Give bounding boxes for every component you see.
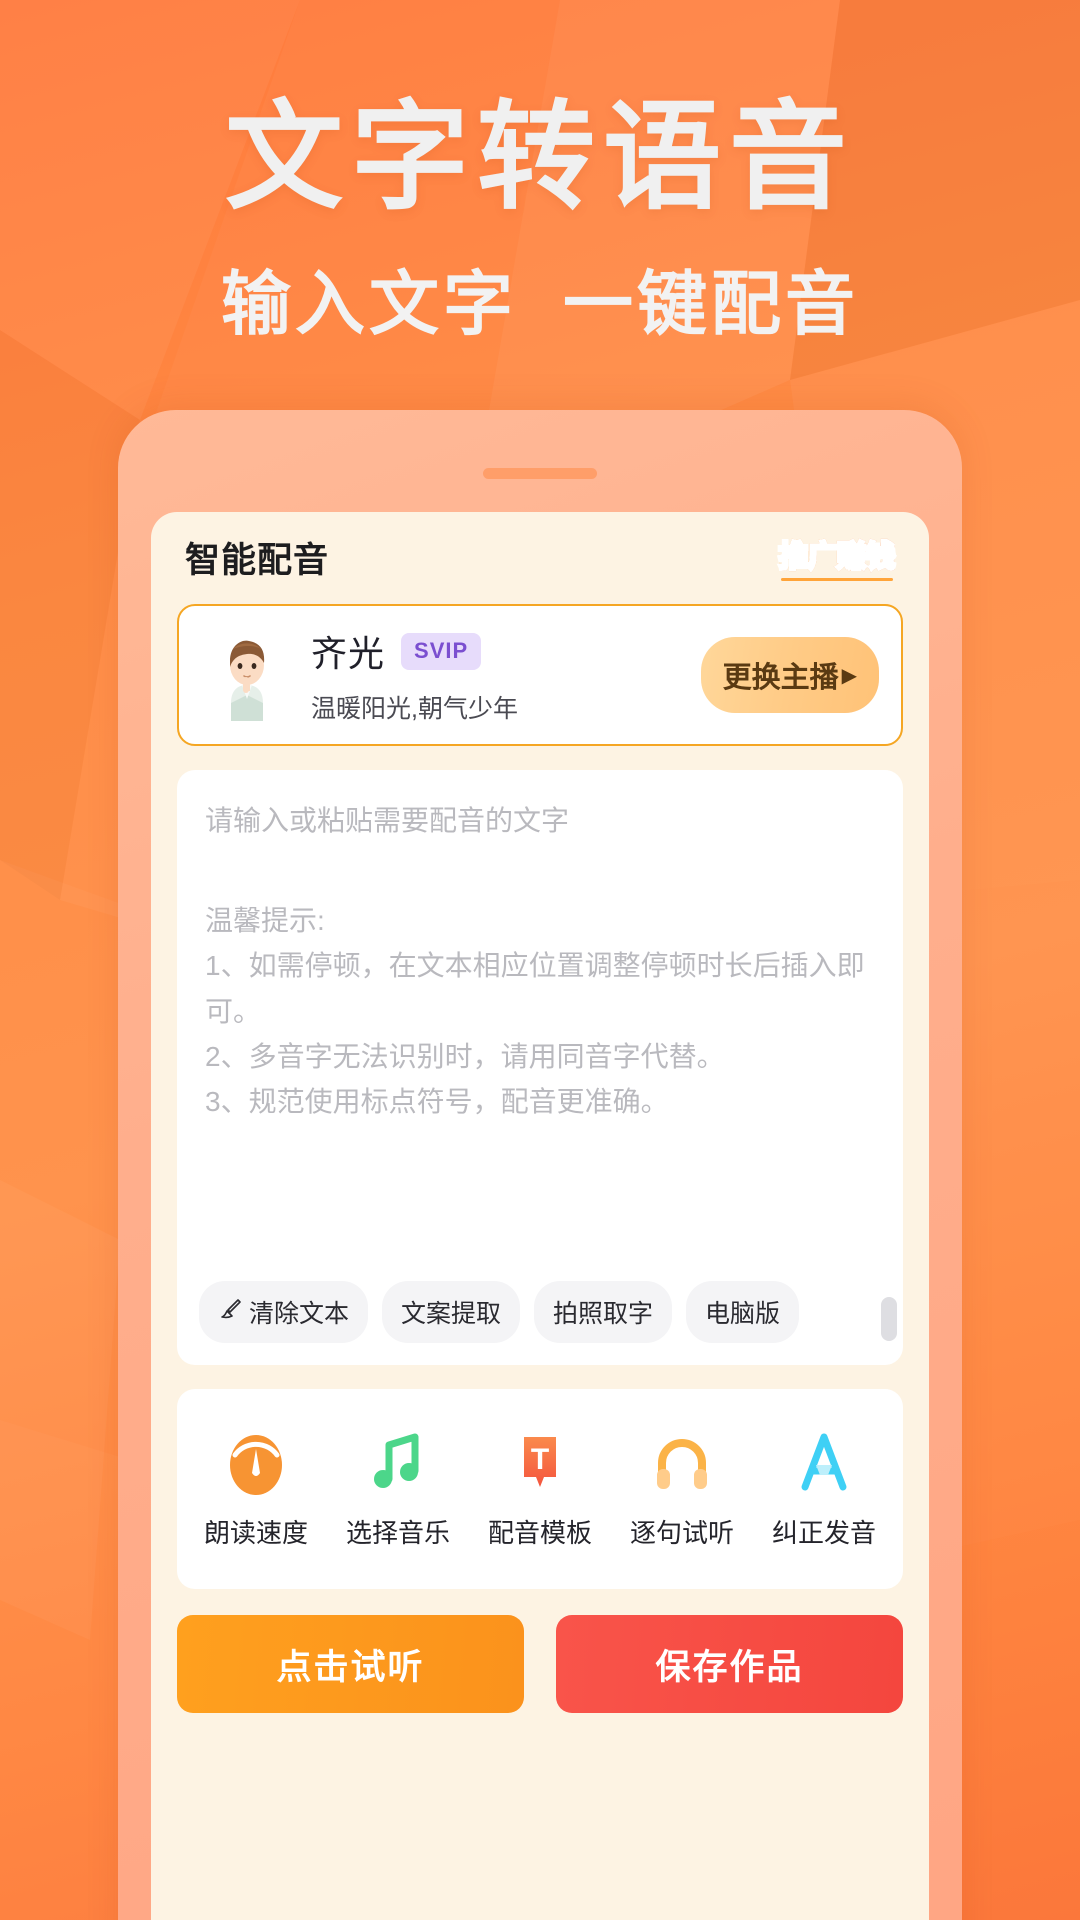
feature-label: 朗读速度 bbox=[203, 1517, 308, 1548]
app-screen: 智能配音 推广赚钱 齐光 SVIP 温暖阳光,朝气少年 更换主播 ▶ 请输入或粘… bbox=[151, 512, 929, 1920]
chip-photo-ocr[interactable]: 拍照取字 bbox=[534, 1281, 673, 1343]
action-bar: 点击试听 保存作品 bbox=[177, 1615, 903, 1713]
editor-tips: 温馨提示: 1、如需停顿，在文本相应位置调整停顿时长后插入即可。 2、多音字无法… bbox=[205, 898, 875, 1125]
status-badge: SVIP bbox=[401, 632, 482, 670]
avatar bbox=[201, 629, 293, 721]
tip-item: 3、规范使用标点符号，配音更准确。 bbox=[205, 1086, 669, 1118]
hero-subtitle-left: 输入文字 bbox=[221, 265, 517, 343]
poster-root: 文字转语音 输入文字 一键配音 智能配音 推广赚钱 齐光 SVIP 温暖阳光,朝… bbox=[0, 0, 1080, 1920]
change-speaker-label: 更换主播 bbox=[722, 662, 839, 694]
feature-label: 纠正发音 bbox=[771, 1517, 876, 1548]
voice-info: 齐光 SVIP 温暖阳光,朝气少年 bbox=[311, 625, 701, 725]
chip-clear-text[interactable]: 清除文本 bbox=[199, 1281, 369, 1343]
chip-label: 拍照取字 bbox=[553, 1300, 654, 1328]
speedometer-icon bbox=[188, 1429, 324, 1497]
music-note-icon bbox=[330, 1429, 466, 1497]
app-header: 智能配音 推广赚钱 bbox=[177, 512, 903, 602]
feature-label: 逐句试听 bbox=[629, 1517, 734, 1548]
brush-icon bbox=[218, 1297, 242, 1328]
feature-select-music[interactable]: 选择音乐 bbox=[330, 1429, 466, 1550]
editor-placeholder: 请输入或粘贴需要配音的文字 bbox=[205, 805, 570, 836]
change-speaker-button[interactable]: 更换主播 ▶ bbox=[700, 637, 879, 713]
feature-sentence-preview[interactable]: 逐句试听 bbox=[614, 1429, 750, 1550]
feature-toolbar: 朗读速度 选择音乐 T 配音模板 逐句试听 纠正发音 bbox=[177, 1389, 903, 1589]
feature-label: 配音模板 bbox=[487, 1517, 592, 1548]
chip-label: 文案提取 bbox=[401, 1300, 502, 1328]
tip-item: 2、多音字无法识别时，请用同音字代替。 bbox=[205, 1041, 725, 1073]
play-caret-icon: ▶ bbox=[841, 664, 857, 687]
voice-name: 齐光 bbox=[311, 633, 386, 674]
phone-mockup: 智能配音 推广赚钱 齐光 SVIP 温暖阳光,朝气少年 更换主播 ▶ 请输入或粘… bbox=[118, 410, 962, 1920]
phone-speaker bbox=[483, 468, 597, 479]
preview-button[interactable]: 点击试听 bbox=[177, 1615, 524, 1713]
voice-description: 温暖阳光,朝气少年 bbox=[311, 695, 518, 723]
headphones-icon bbox=[614, 1429, 750, 1497]
template-tag-icon: T bbox=[472, 1429, 608, 1497]
voice-name-row: 齐光 SVIP bbox=[311, 625, 701, 677]
tip-item: 1、如需停顿，在文本相应位置调整停顿时长后插入即可。 bbox=[205, 950, 865, 1027]
editor-toolbar: 清除文本 文案提取 拍照取字 电脑版 bbox=[199, 1281, 881, 1343]
chip-desktop-version[interactable]: 电脑版 bbox=[686, 1281, 800, 1343]
chip-extract-copy[interactable]: 文案提取 bbox=[382, 1281, 521, 1343]
svg-text:T: T bbox=[531, 1443, 549, 1476]
hero-title: 文字转语音 bbox=[224, 92, 855, 224]
feature-dub-template[interactable]: T 配音模板 bbox=[472, 1429, 608, 1550]
feature-correct-pronunciation[interactable]: 纠正发音 bbox=[756, 1429, 892, 1550]
hero-subtitle-right: 一键配音 bbox=[563, 265, 859, 343]
letter-a-icon bbox=[756, 1429, 892, 1497]
feature-label: 选择音乐 bbox=[345, 1517, 450, 1548]
voice-selector-card[interactable]: 齐光 SVIP 温暖阳光,朝气少年 更换主播 ▶ bbox=[177, 604, 903, 746]
hero-subtitle: 输入文字 一键配音 bbox=[0, 248, 1080, 349]
promo-earn-badge[interactable]: 推广赚钱 bbox=[777, 533, 897, 581]
chip-label: 清除文本 bbox=[249, 1300, 350, 1328]
save-button[interactable]: 保存作品 bbox=[556, 1615, 903, 1713]
scrollbar-thumb[interactable] bbox=[881, 1297, 897, 1341]
page-title: 智能配音 bbox=[185, 540, 330, 580]
feature-reading-speed[interactable]: 朗读速度 bbox=[188, 1429, 324, 1550]
tips-title: 温馨提示: bbox=[205, 905, 325, 936]
chip-label: 电脑版 bbox=[705, 1300, 781, 1328]
text-editor[interactable]: 请输入或粘贴需要配音的文字 温馨提示: 1、如需停顿，在文本相应位置调整停顿时长… bbox=[177, 770, 903, 1365]
